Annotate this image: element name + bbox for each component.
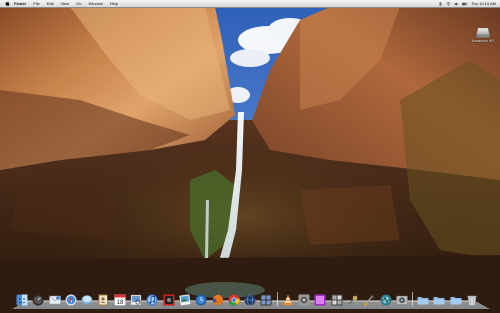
time-machine-icon [195,294,207,306]
hard-drive-icon [476,27,490,38]
dock-item-trash[interactable] [466,294,478,306]
spaces-icon [260,294,272,306]
folder-icon [433,297,445,305]
dock-item-image-capture[interactable] [396,294,408,306]
finder-icon [16,294,28,306]
menu-view[interactable]: View [61,0,70,7]
dock-item-utility[interactable] [347,294,359,306]
apple-icon[interactable] [5,1,10,6]
iphoto-icon [179,294,191,306]
menu-go[interactable]: Go [76,0,81,7]
dock-item-address-book[interactable] [97,294,109,306]
bluetooth-icon[interactable] [438,1,443,6]
dock-item-firefox[interactable] [212,294,224,306]
dock-item-iphoto[interactable] [179,294,191,306]
dock-item-documents-folder[interactable] [433,294,445,306]
dock-item-finder[interactable] [16,294,28,306]
dock-item-itunes[interactable] [146,294,158,306]
desktop: Finder File Edit View Go Window Help Thu… [0,0,500,313]
preview-icon [130,294,142,306]
chrome-icon [228,294,240,306]
dock-item-expose[interactable] [331,294,343,306]
itunes-icon [146,294,158,306]
folder-icon [417,297,429,305]
xcode-icon [364,294,375,306]
dock: 18 [12,289,490,309]
firefox-icon [212,294,223,306]
photo-booth-icon [163,294,175,306]
dock-item-dashboard[interactable] [32,294,44,306]
trash-icon [467,295,477,306]
menu-file[interactable]: File [33,0,39,7]
dock-divider [276,292,278,306]
image-capture-icon [396,295,408,305]
folder-icon [450,297,462,305]
wifi-icon[interactable] [446,1,451,6]
battery-icon[interactable] [462,2,467,6]
dock-item-photo-booth[interactable] [163,294,175,306]
dock-item-vlc[interactable] [282,294,294,306]
menu-extras: Thu 10:15 AM [435,0,496,7]
dock-item-chrome[interactable] [228,294,240,306]
volume-icon[interactable] [454,2,459,6]
dock-item-preview[interactable] [130,294,142,306]
dock-item-ichat[interactable] [81,294,93,306]
menu-help[interactable]: Help [110,0,118,7]
address-book-icon [98,294,108,306]
dock-item-spaces[interactable] [260,294,272,306]
menu-finder[interactable]: Finder [14,0,26,7]
dock-divider-right [412,292,414,306]
dock-item-applications-folder[interactable] [417,294,429,306]
desktop-wallpaper [0,0,500,313]
dock-items: 18 [12,289,490,306]
dock-item-time-machine[interactable] [195,294,207,306]
media-app-icon [314,294,326,306]
activity-icon [380,294,392,306]
dock-item-system-preferences[interactable] [298,294,310,306]
utility-icon [348,295,359,305]
menubar-clock[interactable]: Thu 10:15 AM [471,0,496,7]
ical-icon: 18 [114,294,126,306]
dock-item-activity[interactable] [380,294,392,306]
drive-label: Macintosh HD [472,39,494,43]
globe-icon [244,294,256,306]
dashboard-icon [32,294,44,306]
macintosh-hd[interactable]: Macintosh HD [470,27,496,43]
menu-window[interactable]: Window [89,0,103,7]
dock-item-media-app[interactable] [314,294,326,306]
dock-item-xcode[interactable] [363,294,375,306]
ichat-icon [81,295,93,305]
menu-edit[interactable]: Edit [47,0,54,7]
vlc-icon [283,294,293,305]
expose-icon [331,294,343,306]
dock-item-ical[interactable]: 18 [114,294,126,306]
dock-item-safari[interactable] [65,294,77,306]
dock-item-downloads-folder[interactable] [450,294,462,306]
safari-icon [65,294,77,306]
mail-icon [48,295,61,305]
dock-item-mail[interactable] [48,294,61,306]
svg-text:18: 18 [116,300,123,306]
menu-bar: Finder File Edit View Go Window Help Thu… [0,0,500,8]
system-preferences-icon [298,294,310,306]
dock-item-network-globe[interactable] [244,294,256,306]
